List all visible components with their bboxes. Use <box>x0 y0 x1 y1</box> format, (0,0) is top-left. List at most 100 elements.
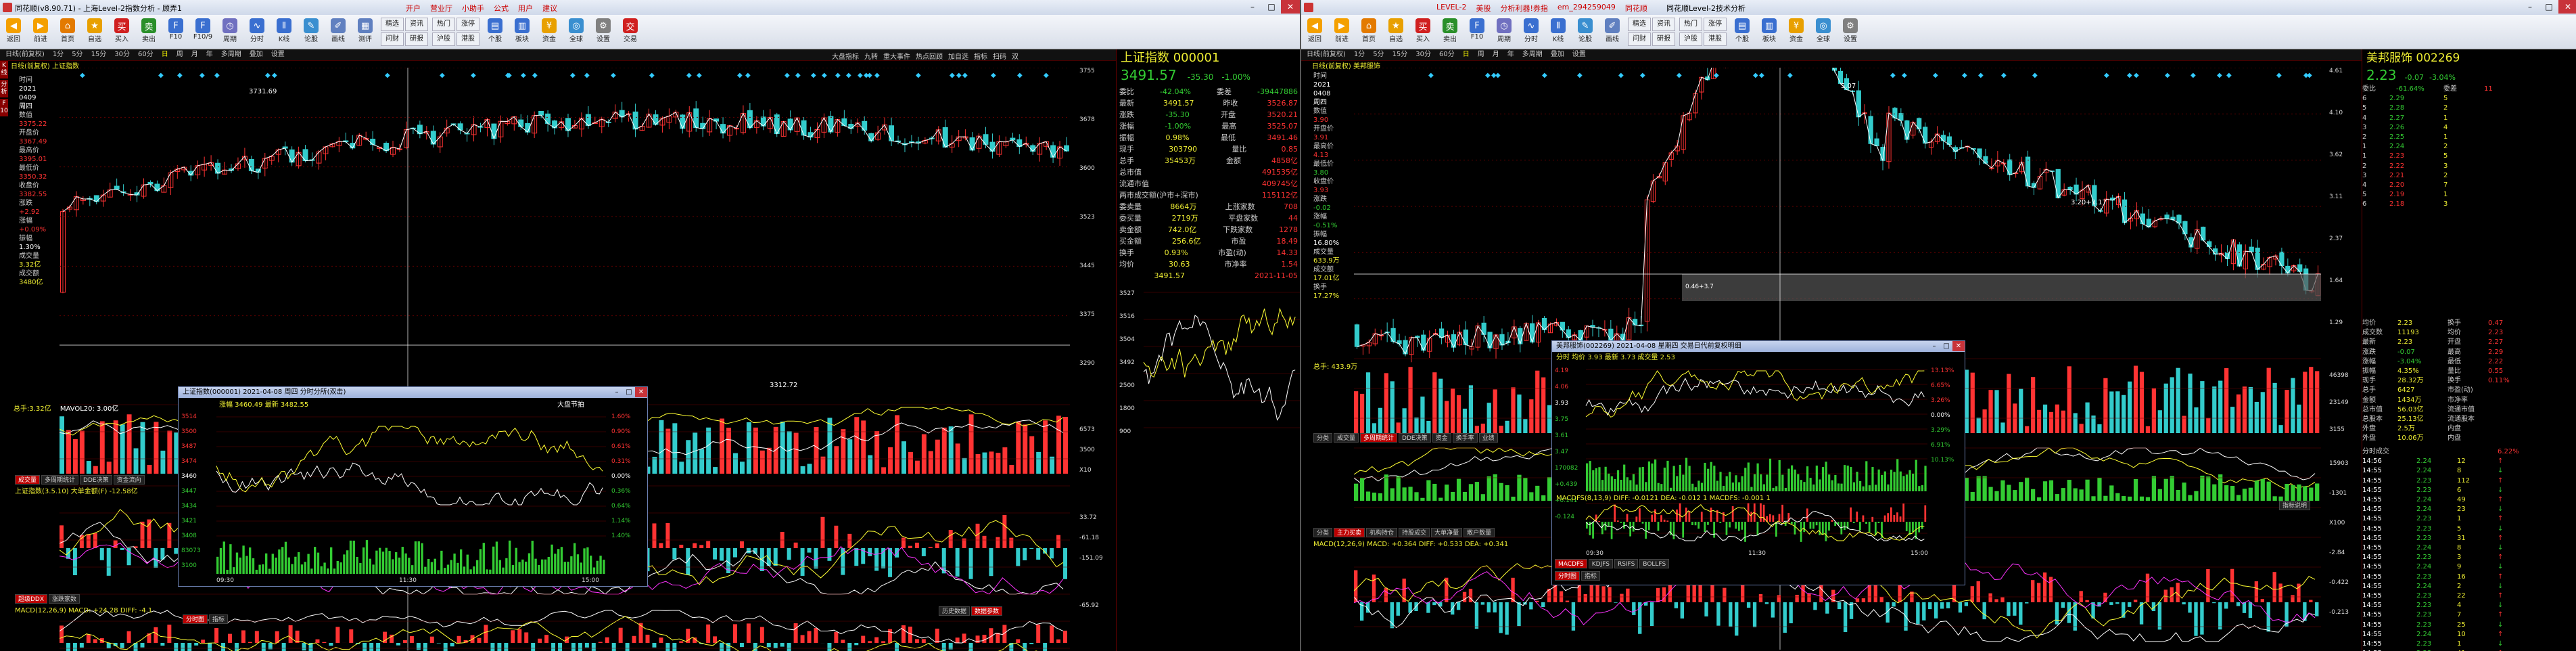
toolbar-sell-button[interactable]: 卖卖出 <box>1437 16 1463 47</box>
sub-tab[interactable]: 分时图 <box>183 614 208 624</box>
toolbar-grid-button[interactable]: 热门 <box>1679 18 1702 31</box>
chart-toolbar-item[interactable]: 九转 <box>864 53 878 61</box>
sub-tab[interactable]: 分类 <box>1313 433 1333 443</box>
toolbar-home-button[interactable]: ⌂ 首页 <box>55 16 80 47</box>
popup-close-icon[interactable]: ✕ <box>1952 341 1965 351</box>
sub-tab[interactable]: KDJFS <box>1588 559 1613 568</box>
toolbar-grid-button[interactable]: 问财 <box>381 32 404 46</box>
menu-item[interactable]: 建议 <box>542 3 557 14</box>
toolbar-grid-button[interactable]: 研报 <box>1652 32 1675 46</box>
toolbar-forward-button[interactable]: ▶ 前进 <box>1329 16 1355 47</box>
sub-tab[interactable]: 主力买卖 <box>1334 528 1365 537</box>
period-tab[interactable]: 60分 <box>138 49 154 60</box>
toolbar-period-button[interactable]: ◷ 周期 <box>217 16 243 47</box>
sub-tab[interactable]: 分时图 <box>1555 571 1580 581</box>
toolbar-favorites-button[interactable]: ★ 自选 <box>1383 16 1409 47</box>
period-tab[interactable]: 5分 <box>72 49 83 60</box>
toolbar-favorites-button[interactable]: ★ 自选 <box>82 16 108 47</box>
sub-tab[interactable]: 多周期统计 <box>41 475 79 485</box>
side-tab-kline[interactable]: K线 <box>0 61 8 78</box>
minimize-icon[interactable]: – <box>1243 0 1262 14</box>
period-tab[interactable]: 月 <box>1493 49 1499 60</box>
chart-toolbar-item[interactable]: 大盘指标 <box>832 53 859 61</box>
sub-tab[interactable]: 成交量 <box>15 475 41 485</box>
toolbar-sell-button[interactable]: 卖卖出 <box>136 16 162 47</box>
popup-minimize-icon[interactable]: – <box>1928 341 1940 351</box>
toolbar-grid-button[interactable]: 问财 <box>1628 32 1651 46</box>
period-tab[interactable]: 叠加 <box>250 49 263 60</box>
chart-toolbar-item[interactable]: 重大事件 <box>883 53 910 61</box>
sub-tab[interactable]: 超级DDX <box>15 594 48 604</box>
period-tab[interactable]: 周 <box>1478 49 1484 60</box>
period-tab[interactable]: 叠加 <box>1551 49 1564 60</box>
period-tab[interactable]: 设置 <box>271 49 285 60</box>
maximize-icon[interactable]: □ <box>2539 0 2558 14</box>
toolbar-draw-button[interactable]: ✐ 画线 <box>325 16 351 47</box>
toolbar-grid-button[interactable]: 沪股 <box>432 32 455 46</box>
indicator-help-button[interactable]: 指标说明 <box>2279 501 2311 510</box>
top-link[interactable]: 分析利器!券指 <box>1500 3 1547 14</box>
period-tab[interactable]: 多周期 <box>221 49 241 60</box>
toolbar-trade-button[interactable]: 交交易 <box>617 16 643 47</box>
period-tab[interactable]: 年 <box>206 49 213 60</box>
toolbar-settings-button[interactable]: ⚙ 设置 <box>1837 16 1863 47</box>
period-tab[interactable]: 多周期 <box>1522 49 1543 60</box>
toolbar-grid-button[interactable]: 涨停 <box>456 18 479 31</box>
top-link[interactable]: LEVEL-2 <box>1436 3 1466 14</box>
sub-tab[interactable]: 历史数据 <box>939 606 970 616</box>
toolbar-home-button[interactable]: ⌂ 首页 <box>1356 16 1382 47</box>
period-tab[interactable]: 1分 <box>53 49 64 60</box>
popup-restore-icon[interactable]: □ <box>623 387 635 397</box>
sub-tab[interactable]: 数据参数 <box>971 606 1003 616</box>
sub-tab[interactable]: 业绩 <box>1478 433 1498 443</box>
toolbar-forum-button[interactable]: ✎ 论股 <box>1572 16 1598 47</box>
period-tab[interactable]: 日 <box>162 49 168 60</box>
toolbar-sector-button[interactable]: ▥ 板块 <box>1756 16 1782 47</box>
popup-restore-icon[interactable]: □ <box>1940 341 1952 351</box>
chart-toolbar-item[interactable]: 双 <box>1012 53 1018 61</box>
sub-tab[interactable]: 大单净量 <box>1431 528 1463 537</box>
toolbar-grid-button[interactable]: 精选 <box>381 18 404 31</box>
toolbar-grid-button[interactable]: 热门 <box>432 18 455 31</box>
sub-tab[interactable]: DDE决策 <box>1399 433 1431 443</box>
period-tab[interactable]: 15分 <box>1392 49 1408 60</box>
toolbar-stock-button[interactable]: ▤ 个股 <box>1729 16 1755 47</box>
toolbar-f10-button[interactable]: F F10 <box>1464 16 1490 47</box>
period-tab[interactable]: 1分 <box>1354 49 1365 60</box>
menu-item[interactable]: 营业厅 <box>430 3 452 14</box>
toolbar-back-button[interactable]: ◀ 返回 <box>1 16 26 47</box>
toolbar-grid-button[interactable]: 资讯 <box>405 18 428 31</box>
period-tab[interactable]: 60分 <box>1439 49 1455 60</box>
sub-tab[interactable]: 分类 <box>1313 528 1333 537</box>
period-tab[interactable]: 日线(前复权) <box>1307 49 1346 60</box>
sub-tab[interactable]: BOLLFS <box>1639 559 1670 568</box>
sub-tab[interactable]: 成交量 <box>1334 433 1359 443</box>
close-icon[interactable]: ✕ <box>1281 0 1300 14</box>
period-tab[interactable]: 日 <box>1463 49 1470 60</box>
menu-item[interactable]: 开户 <box>406 3 421 14</box>
sub-tab[interactable]: MACDFS <box>1555 559 1587 568</box>
top-link[interactable]: em_294259049 <box>1558 3 1616 14</box>
toolbar-forward-button[interactable]: ▶ 前进 <box>28 16 53 47</box>
period-tab[interactable]: 年 <box>1507 49 1514 60</box>
toolbar-fund-button[interactable]: ¥ 资金 <box>1783 16 1809 47</box>
sub-tab[interactable]: 指标 <box>1581 571 1601 581</box>
toolbar-kline-button[interactable]: Ⅱ K线 <box>1545 16 1571 47</box>
toolbar-timeshare-button[interactable]: ∿ 分时 <box>244 16 270 47</box>
sub-tab[interactable]: 换手率 <box>1452 433 1478 443</box>
toolbar-kline-button[interactable]: Ⅱ K线 <box>271 16 297 47</box>
period-tab[interactable]: 周 <box>177 49 183 60</box>
toolbar-fund-button[interactable]: ¥ 资金 <box>536 16 562 47</box>
close-icon[interactable]: ✕ <box>2558 0 2576 14</box>
toolbar-grid-button[interactable]: 资讯 <box>1652 18 1675 31</box>
toolbar-grid-button[interactable]: 港股 <box>1704 32 1727 46</box>
chart-toolbar-item[interactable]: 指标 <box>974 53 987 61</box>
toolbar-assess-button[interactable]: ▦ 测评 <box>352 16 378 47</box>
left-popup-window[interactable]: 上证指数(000001) 2021-04-08 周四 分时分所(双击) – □ … <box>178 386 648 587</box>
toolbar-f109-button[interactable]: F F10/9 <box>190 16 216 47</box>
sub-tab[interactable]: 散户数量 <box>1463 528 1495 537</box>
side-tab-analysis[interactable]: 分析 <box>0 80 8 97</box>
toolbar-sector-button[interactable]: ▥ 板块 <box>509 16 535 47</box>
toolbar-f10-button[interactable]: F F10 <box>163 16 189 47</box>
toolbar-period-button[interactable]: ◷ 周期 <box>1491 16 1517 47</box>
